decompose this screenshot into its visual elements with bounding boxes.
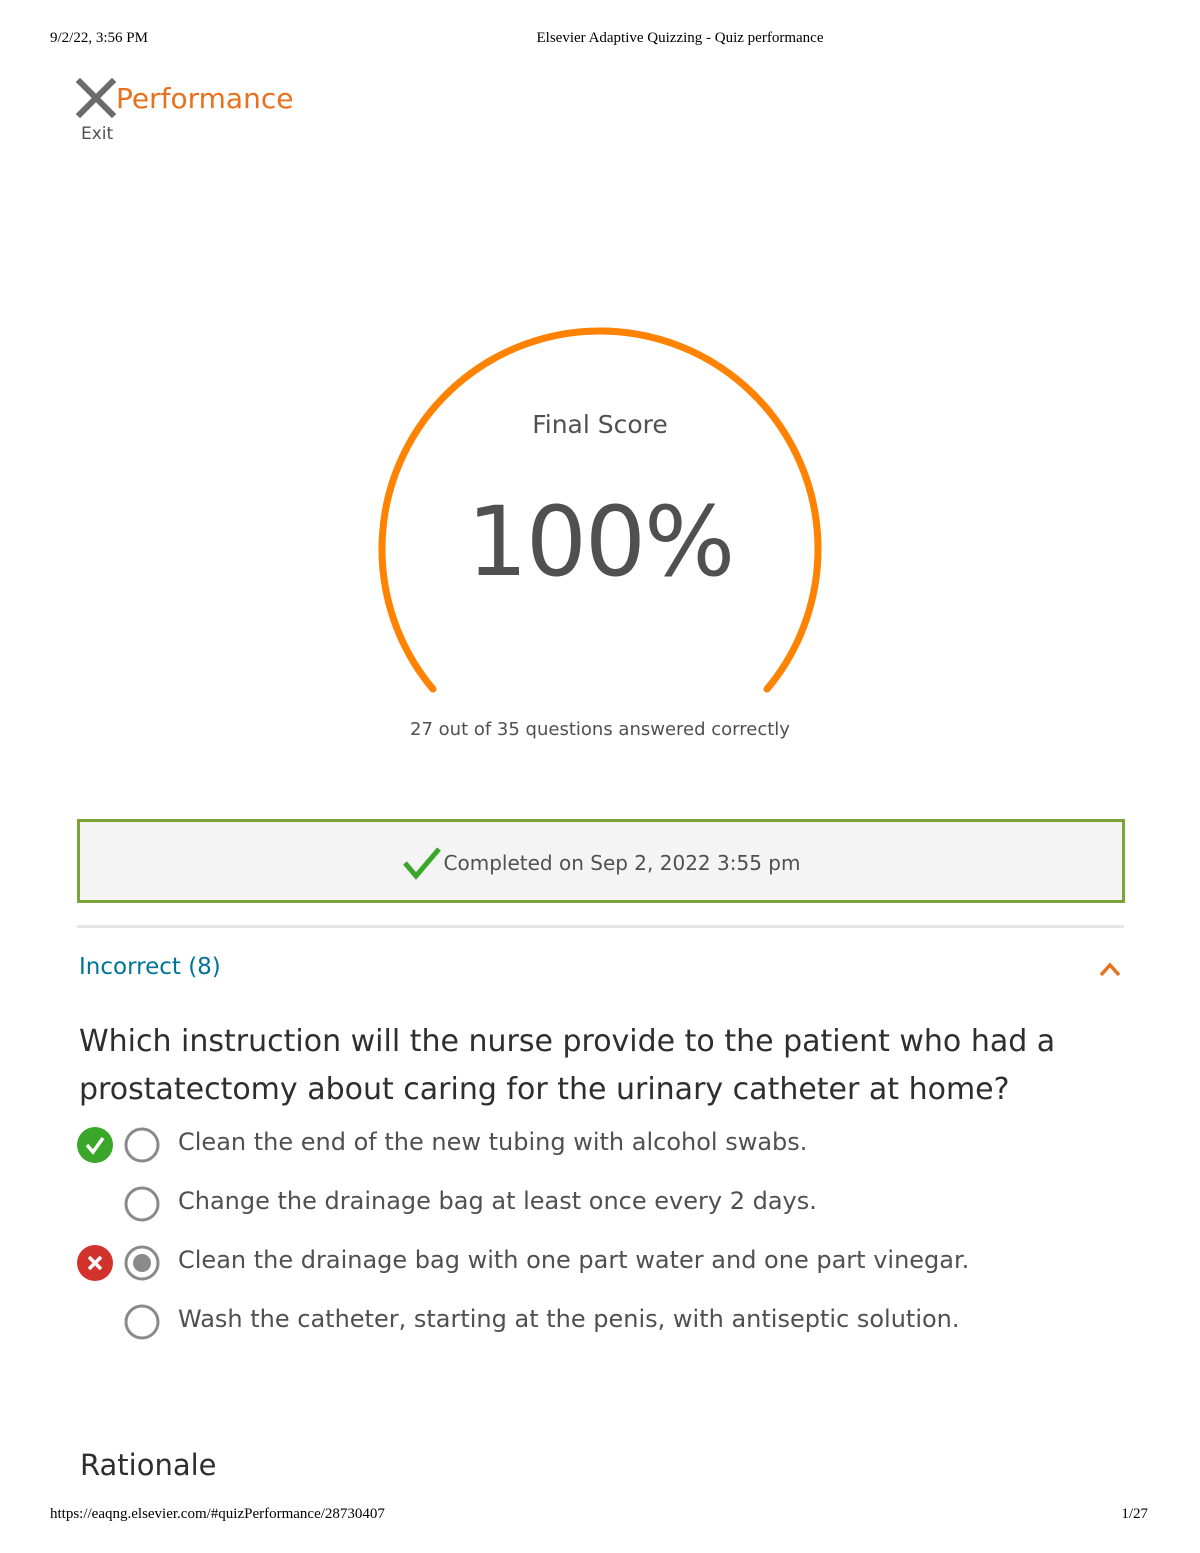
incorrect-x-icon [77,1245,113,1281]
final-score-value: 100% [466,486,735,598]
answer-text: Change the drainage bag at least once ev… [178,1187,817,1215]
question-text: Which instruction will the nurse provide… [79,1024,1056,1107]
correct-check-icon [77,1127,113,1163]
answer-radio[interactable] [124,1127,160,1163]
check-icon [402,847,441,880]
answer-option[interactable]: Clean the drainage bag with one part wat… [77,1241,1127,1285]
print-header: 9/2/22, 3:56 PM Elsevier Adaptive Quizzi… [0,30,1200,50]
final-score-label: Final Score [532,410,668,439]
exit-label: Exit [81,124,114,144]
answer-option[interactable]: Change the drainage bag at least once ev… [77,1182,1127,1226]
close-x-icon [76,78,116,118]
exit-button[interactable]: Exit [76,78,118,148]
print-page-number: 1/27 [1121,1506,1148,1522]
print-doc-title: Elsevier Adaptive Quizzing - Quiz perfor… [536,30,824,46]
answer-option[interactable]: Clean the end of the new tubing with alc… [77,1123,1127,1167]
answer-radio-selected[interactable] [124,1245,160,1281]
answer-option[interactable]: Wash the catheter, starting at the penis… [77,1300,1127,1344]
rationale-heading: Rationale [80,1448,217,1482]
incorrect-section-toggle[interactable]: Incorrect (8) [79,954,221,980]
section-divider [77,925,1124,928]
answer-text: Clean the end of the new tubing with alc… [178,1128,808,1156]
print-url: https://eaqng.elsevier.com/#quizPerforma… [50,1506,385,1522]
completion-text: Completed on Sep 2, 2022 3:55 pm [443,851,801,875]
print-footer: https://eaqng.elsevier.com/#quizPerforma… [0,1506,1200,1526]
answer-radio[interactable] [124,1186,160,1222]
chevron-up-icon[interactable] [1096,958,1124,980]
score-summary: 27 out of 35 questions answered correctl… [410,719,790,740]
answer-text: Wash the catheter, starting at the penis… [178,1305,960,1333]
answer-text: Clean the drainage bag with one part wat… [178,1246,970,1274]
completion-banner: Completed on Sep 2, 2022 3:55 pm [77,819,1125,903]
answer-radio[interactable] [124,1304,160,1340]
page-title: Performance [116,82,294,115]
